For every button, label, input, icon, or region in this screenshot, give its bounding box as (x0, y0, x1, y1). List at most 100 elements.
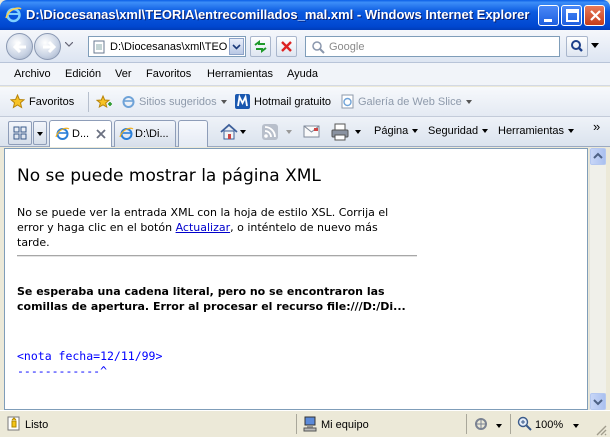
web-slice-gallery-label: Galería de Web Slice (358, 96, 462, 108)
ie-page-icon (119, 127, 134, 140)
tab-active[interactable]: D... (49, 120, 112, 147)
protected-mode-icon[interactable] (474, 417, 492, 431)
history-dropdown-icon[interactable] (65, 42, 73, 48)
back-button[interactable] (6, 33, 33, 60)
home-icon[interactable] (219, 123, 239, 140)
scroll-down-button[interactable] (590, 393, 606, 410)
maximize-button[interactable] (561, 5, 582, 26)
computer-icon (303, 416, 317, 432)
ie-page-icon (341, 94, 354, 109)
vertical-scrollbar[interactable] (589, 148, 606, 410)
stop-button[interactable] (276, 36, 297, 57)
tools-menu-button[interactable]: Herramientas (498, 125, 575, 137)
forward-arrow-icon (43, 40, 57, 54)
add-favorite-icon[interactable] (96, 94, 112, 109)
search-button[interactable] (566, 36, 588, 57)
dropdown-arrow-icon (482, 129, 489, 134)
parser-error-message: Se esperaba una cadena literal, pero no … (17, 285, 406, 313)
security-menu-button[interactable]: Seguridad (428, 125, 489, 137)
menu-ver[interactable]: Ver (115, 68, 132, 80)
suggested-sites-link[interactable]: Sitios sugeridos (139, 96, 227, 108)
status-divider (466, 414, 467, 434)
zoom-dropdown-icon[interactable] (573, 424, 579, 428)
suggested-sites-label: Sitios sugeridos (139, 96, 217, 108)
security-menu-label: Seguridad (428, 125, 479, 137)
menu-archivo[interactable]: Archivo (14, 68, 51, 80)
dropdown-arrow-icon (220, 100, 227, 105)
scroll-track[interactable] (590, 165, 606, 393)
minimize-icon (544, 19, 552, 22)
refresh-link[interactable]: Actualizar (176, 221, 231, 234)
ie-page-icon (122, 96, 135, 108)
quick-tabs-button[interactable] (8, 121, 32, 145)
feeds-icon[interactable] (262, 124, 278, 140)
zoom-icon[interactable] (517, 416, 533, 432)
scroll-up-button[interactable] (590, 148, 606, 165)
error-description: No se puede ver la entrada XML con la ho… (17, 205, 413, 250)
menu-ayuda[interactable]: Ayuda (287, 68, 318, 80)
hotmail-link[interactable]: Hotmail gratuito (254, 96, 331, 108)
new-tab-button[interactable] (178, 120, 208, 147)
address-toolbar: D:\Diocesanas\xml\TEORIA Google (0, 30, 610, 63)
refresh-icon (254, 40, 267, 53)
source-excerpt: <nota fecha=12/11/99> ------------^ (17, 349, 162, 379)
menu-herramientas[interactable]: Herramientas (207, 68, 273, 80)
dropdown-arrow-icon (465, 100, 472, 105)
tab-bar: D... D:\Di... Página Seguridad Herramien… (0, 117, 610, 147)
magnifier-icon (571, 40, 583, 52)
page-content: No se puede mostrar la página XML No se … (4, 148, 588, 410)
mail-icon[interactable] (303, 124, 321, 139)
ie-page-icon (55, 127, 70, 140)
close-tab-icon[interactable] (96, 129, 106, 139)
ie-logo-icon (5, 7, 22, 23)
page-status-icon (7, 416, 20, 431)
close-window-button[interactable] (584, 5, 605, 26)
quick-tabs-icon (13, 126, 27, 140)
close-icon (590, 10, 601, 21)
home-dropdown-icon[interactable] (240, 130, 246, 134)
feeds-dropdown-icon[interactable] (286, 130, 292, 134)
hotmail-icon (235, 94, 250, 109)
status-bar: Listo Mi equipo 100% (0, 410, 610, 437)
tab-list-button[interactable] (33, 121, 47, 145)
menu-favoritos[interactable]: Favoritos (146, 68, 191, 80)
tab-inactive[interactable]: D:\Di... (114, 120, 176, 147)
page-menu-label: Página (374, 125, 409, 137)
favorites-bar: Favoritos Sitios sugeridos Hotmail gratu… (0, 87, 610, 117)
search-options-icon[interactable] (591, 43, 599, 49)
status-divider (510, 414, 511, 434)
minimize-button[interactable] (538, 5, 559, 26)
menu-edicion[interactable]: Edición (65, 68, 101, 80)
title-bar: D:\Diocesanas\xml\TEORIA\entrecomillados… (0, 0, 610, 30)
search-input[interactable]: Google (305, 36, 560, 57)
more-tools-button[interactable]: » (593, 119, 600, 134)
divider (17, 255, 417, 257)
status-divider (296, 414, 297, 434)
refresh-button[interactable] (250, 36, 271, 57)
forward-button[interactable] (34, 33, 61, 60)
address-field[interactable]: D:\Diocesanas\xml\TEORIA (88, 36, 246, 57)
web-slice-gallery-link[interactable]: Galería de Web Slice (358, 96, 472, 108)
page-menu-button[interactable]: Página (374, 125, 419, 137)
security-zone-text: Mi equipo (321, 419, 369, 431)
address-text: D:\Diocesanas\xml\TEORIA (110, 41, 228, 53)
tools-menu-label: Herramientas (498, 125, 565, 137)
zoom-level[interactable]: 100% (535, 419, 563, 431)
back-arrow-icon (12, 40, 26, 54)
search-placeholder: Google (329, 41, 365, 53)
page-title: No se puede mostrar la página XML (17, 166, 321, 186)
print-icon[interactable] (330, 123, 350, 141)
error-pointer-line: ------------^ (17, 364, 108, 378)
page-icon (93, 40, 105, 54)
protected-mode-dropdown-icon[interactable] (496, 424, 502, 428)
source-line: <nota fecha=12/11/99> (17, 349, 163, 363)
toolbar-divider (88, 92, 89, 112)
resize-grip-icon[interactable] (595, 424, 607, 436)
maximize-icon (566, 9, 579, 22)
tab-inactive-label: D:\Di... (135, 128, 169, 140)
stop-icon (281, 41, 292, 52)
print-dropdown-icon[interactable] (355, 130, 361, 134)
favorites-button[interactable]: Favoritos (29, 96, 74, 108)
dropdown-arrow-icon (412, 129, 419, 134)
address-dropdown-button[interactable] (229, 38, 244, 55)
